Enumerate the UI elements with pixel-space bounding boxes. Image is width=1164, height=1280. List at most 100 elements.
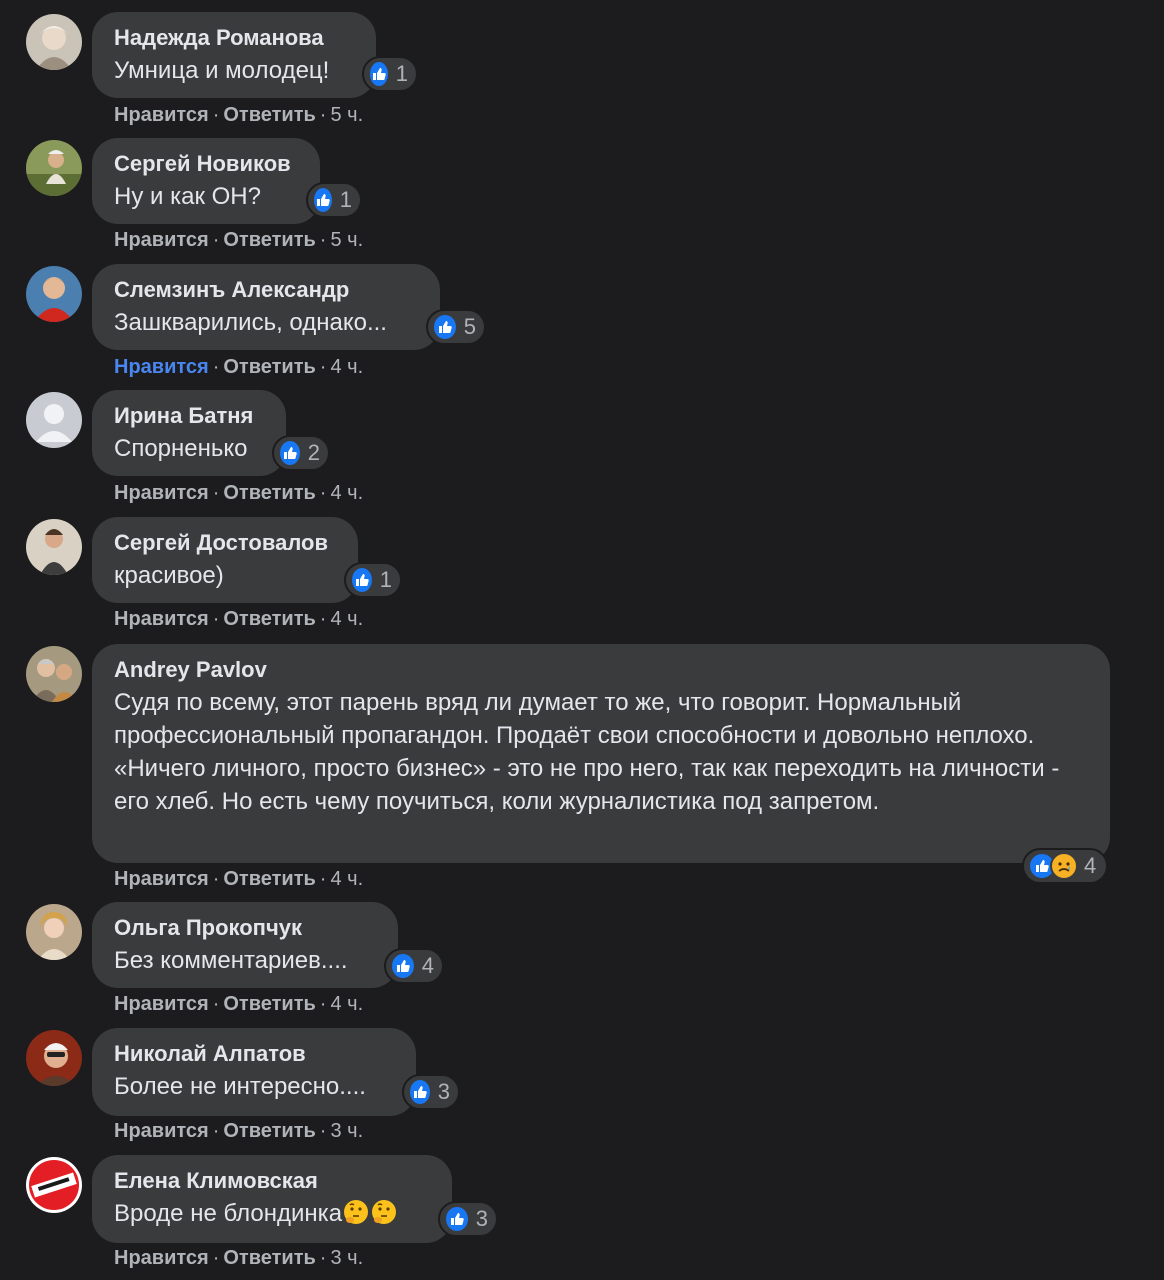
comment-author[interactable]: Николай Алпатов	[114, 1040, 394, 1068]
separator: ·	[212, 356, 220, 378]
timestamp[interactable]: 4 ч.	[330, 993, 363, 1015]
reply-link[interactable]: Ответить	[223, 356, 315, 378]
thinking-face-emoji	[372, 1200, 397, 1224]
separator: ·	[319, 1120, 327, 1142]
avatar[interactable]	[26, 1157, 82, 1213]
separator: ·	[212, 868, 220, 890]
reaction-count: 5	[463, 314, 476, 339]
comment-bubble: Слемзинъ Александр Зашкварились, однако.…	[92, 264, 440, 350]
comment-text: Ну и как ОН?	[114, 183, 261, 210]
reaction-summary[interactable]: 3	[438, 1201, 498, 1237]
like-link[interactable]: Нравится	[114, 104, 209, 126]
reaction-summary[interactable]: 1	[344, 562, 402, 598]
like-reaction-icon	[350, 566, 374, 594]
like-link[interactable]: Нравится	[114, 482, 209, 504]
avatar[interactable]	[26, 140, 82, 196]
reaction-count: 1	[339, 187, 352, 212]
reply-link[interactable]: Ответить	[223, 1120, 315, 1142]
comment-bubble: Елена Климовская Вроде не блондинка	[92, 1155, 452, 1243]
reply-link[interactable]: Ответить	[223, 482, 315, 504]
comment-actions: Нравится · Ответить · 4 ч.	[114, 993, 363, 1016]
separator: ·	[319, 229, 327, 251]
reply-link[interactable]: Ответить	[223, 993, 315, 1015]
timestamp[interactable]: 3 ч.	[330, 1247, 363, 1269]
separator: ·	[319, 356, 327, 378]
reaction-summary[interactable]: 3	[402, 1074, 460, 1110]
reaction-summary[interactable]: 4	[1022, 848, 1108, 884]
like-link[interactable]: Нравится	[114, 1247, 209, 1269]
like-link[interactable]: Нравится	[114, 356, 209, 378]
thinking-face-emoji	[344, 1200, 369, 1224]
avatar[interactable]	[26, 646, 82, 702]
reaction-count: 4	[1084, 853, 1097, 878]
reaction-count: 2	[307, 440, 320, 465]
comment-text: Без комментариев....	[114, 947, 348, 974]
like-link[interactable]: Нравится	[114, 993, 209, 1015]
comment-text: красивое)	[114, 562, 224, 589]
comment-author[interactable]: Сергей Новиков	[114, 150, 298, 178]
comment-bubble: Andrey Pavlov Судя по всему, этот парень…	[92, 644, 1110, 863]
like-link[interactable]: Нравится	[114, 229, 209, 251]
comment-actions: Нравится · Ответить · 4 ч.	[114, 608, 363, 631]
comment-author[interactable]: Andrey Pavlov	[114, 656, 1088, 684]
avatar[interactable]	[26, 1030, 82, 1086]
like-reaction-icon	[432, 313, 458, 341]
comment-author[interactable]: Слемзинъ Александр	[114, 276, 418, 304]
separator: ·	[212, 482, 220, 504]
avatar[interactable]	[26, 266, 82, 322]
timestamp[interactable]: 3 ч.	[330, 1120, 363, 1142]
comment-bubble: Сергей Новиков Ну и как ОН?	[92, 138, 320, 224]
reply-link[interactable]: Ответить	[223, 608, 315, 630]
comment-author[interactable]: Надежда Романова	[114, 24, 354, 52]
like-link[interactable]: Нравится	[114, 868, 209, 890]
reaction-summary[interactable]: 4	[384, 948, 444, 984]
like-reaction-icon	[408, 1078, 432, 1106]
like-reaction-icon	[312, 186, 334, 214]
timestamp[interactable]: 4 ч.	[330, 356, 363, 378]
comment-actions: Нравится · Ответить · 4 ч.	[114, 356, 363, 379]
reaction-summary[interactable]: 1	[362, 56, 418, 92]
sad-reaction-icon	[1050, 852, 1078, 880]
avatar[interactable]	[26, 904, 82, 960]
reply-link[interactable]: Ответить	[223, 104, 315, 126]
avatar[interactable]	[26, 519, 82, 575]
avatar[interactable]	[26, 14, 82, 70]
comment-bubble: Николай Алпатов Более не интересно....	[92, 1028, 416, 1116]
timestamp[interactable]: 4 ч.	[330, 608, 363, 630]
reply-link[interactable]: Ответить	[223, 1247, 315, 1269]
comment-text: Более не интересно....	[114, 1073, 366, 1100]
comment-actions: Нравится · Ответить · 4 ч.	[114, 868, 363, 891]
reaction-summary[interactable]: 1	[306, 182, 362, 218]
comment-author[interactable]: Ирина Батня	[114, 402, 264, 430]
timestamp[interactable]: 4 ч.	[330, 482, 363, 504]
comment-actions: Нравится · Ответить · 3 ч.	[114, 1247, 363, 1270]
reply-link[interactable]: Ответить	[223, 868, 315, 890]
comment-actions: Нравится · Ответить · 3 ч.	[114, 1120, 363, 1143]
avatar[interactable]	[26, 392, 82, 448]
comment-bubble: Сергей Достовалов красивое)	[92, 517, 358, 603]
separator: ·	[319, 1247, 327, 1269]
separator: ·	[319, 993, 327, 1015]
timestamp[interactable]: 4 ч.	[330, 868, 363, 890]
like-reaction-icon	[444, 1205, 470, 1233]
comment-actions: Нравится · Ответить · 5 ч.	[114, 229, 363, 252]
like-link[interactable]: Нравится	[114, 608, 209, 630]
timestamp[interactable]: 5 ч.	[330, 229, 363, 251]
comment-text: Зашкварились, однако...	[114, 309, 387, 336]
timestamp[interactable]: 5 ч.	[330, 104, 363, 126]
like-reaction-icon	[390, 952, 416, 980]
separator: ·	[319, 482, 327, 504]
comment-text: Спорненько	[114, 435, 248, 462]
comment-bubble: Ирина Батня Спорненько	[92, 390, 286, 476]
comment-bubble: Ольга Прокопчук Без комментариев....	[92, 902, 398, 988]
comment-author[interactable]: Ольга Прокопчук	[114, 914, 376, 942]
separator: ·	[212, 1247, 220, 1269]
comment-author[interactable]: Елена Климовская	[114, 1167, 430, 1195]
reaction-summary[interactable]: 2	[272, 435, 330, 471]
reaction-count: 3	[437, 1079, 450, 1104]
reaction-count: 1	[379, 567, 392, 592]
reaction-summary[interactable]: 5	[426, 309, 486, 345]
reply-link[interactable]: Ответить	[223, 229, 315, 251]
like-link[interactable]: Нравится	[114, 1120, 209, 1142]
comment-author[interactable]: Сергей Достовалов	[114, 529, 336, 557]
